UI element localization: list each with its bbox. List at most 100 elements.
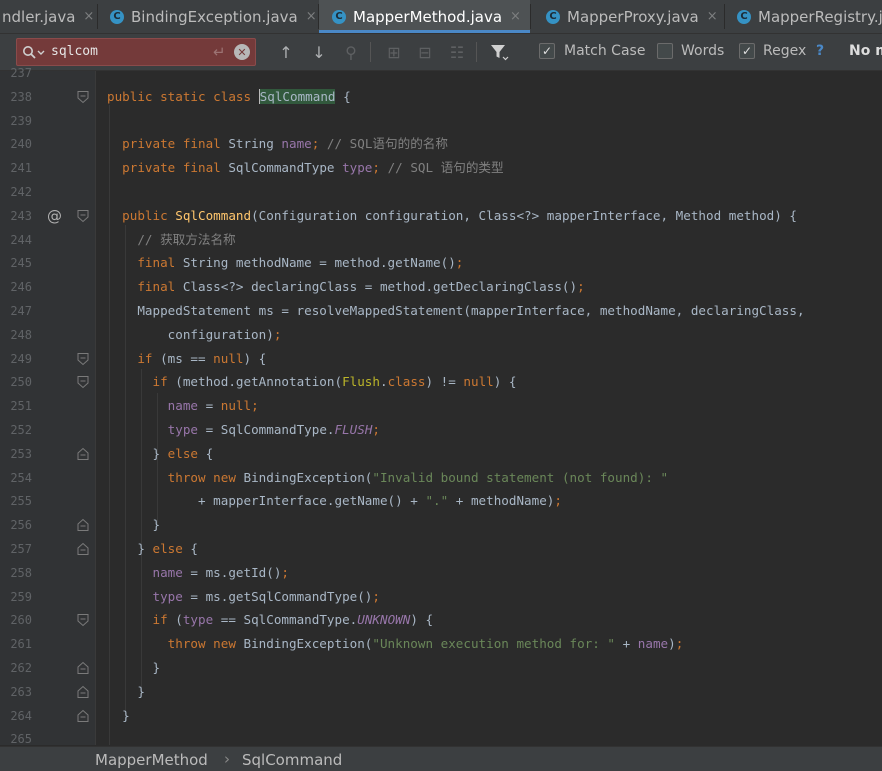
close-icon[interactable]: ×: [510, 9, 521, 24]
code-token: public static class: [107, 88, 259, 104]
code-token: class: [387, 374, 426, 390]
regex-help-link[interactable]: ?: [816, 43, 824, 59]
override-marker-icon[interactable]: @: [47, 204, 62, 228]
code-line[interactable]: + mapperInterface.getName() + "." + meth…: [107, 489, 562, 513]
code-line[interactable]: } else {: [107, 537, 198, 561]
search-input[interactable]: sqlcom ↵ ✕: [16, 38, 256, 66]
code-token: throw new: [107, 636, 244, 652]
match-case-checkbox[interactable]: ✓: [539, 43, 555, 59]
code-token: name: [637, 636, 669, 652]
editor-gutter[interactable]: 237 238 239 240 241 242 243 @244 245 246 247 248 249…: [0, 66, 95, 746]
code-line[interactable]: // 获取方法名称: [107, 228, 235, 252]
code-line[interactable]: } else {: [107, 442, 213, 466]
breadcrumb-item-inner-class[interactable]: SqlCommand: [242, 751, 342, 769]
fold-collapse-icon[interactable]: [76, 90, 90, 104]
fold-collapse-icon[interactable]: [76, 375, 90, 389]
code-line[interactable]: }: [107, 513, 160, 537]
code-line[interactable]: public SqlCommand(Configuration configur…: [107, 204, 797, 228]
next-occurrence-icon[interactable]: ↓: [308, 41, 330, 63]
tab-binding-exception[interactable]: C BindingException.java ×: [98, 0, 318, 33]
code-token: ;: [273, 326, 282, 342]
code-line[interactable]: }: [107, 656, 160, 680]
code-token: private final: [107, 160, 229, 176]
code-line[interactable]: if (method.getAnnotation(Flush.class) !=…: [107, 370, 516, 394]
search-match-highlight: SqlCommand: [258, 88, 336, 104]
code-line[interactable]: }: [107, 680, 145, 704]
fold-end-icon[interactable]: [76, 685, 90, 699]
code-token: type: [182, 612, 221, 628]
code-line[interactable]: throw new BindingException("Unknown exec…: [107, 632, 684, 656]
code-token: {: [205, 445, 214, 461]
select-all-occurrences-icon[interactable]: ☷: [446, 41, 468, 63]
code-token: name: [167, 398, 206, 414]
code-line[interactable]: }: [107, 704, 130, 728]
fold-end-icon[interactable]: [76, 661, 90, 675]
code-line[interactable]: name = null;: [107, 394, 259, 418]
code-line[interactable]: MappedStatement ms = resolveMappedStatem…: [107, 299, 804, 323]
code-line[interactable]: if (ms == null) {: [107, 347, 266, 371]
fold-end-icon[interactable]: [76, 518, 90, 532]
code-line[interactable]: final Class<?> declaringClass = method.g…: [107, 275, 584, 299]
tab-mapper-registry[interactable]: C MapperRegistry.j: [725, 0, 882, 33]
fold-collapse-icon[interactable]: [76, 352, 90, 366]
close-icon[interactable]: ×: [707, 9, 718, 24]
code-token: final: [107, 279, 183, 295]
fold-end-icon[interactable]: [76, 542, 90, 556]
close-icon[interactable]: ×: [83, 9, 94, 24]
code-token: else: [167, 445, 206, 461]
words-checkbox[interactable]: [657, 43, 673, 59]
line-number: 259: [10, 589, 32, 604]
code-line[interactable]: throw new BindingException("Invalid boun…: [107, 466, 668, 490]
code-token: name: [152, 564, 191, 580]
line-number: 245: [10, 256, 32, 271]
clear-search-icon[interactable]: ✕: [234, 44, 250, 60]
line-number: 241: [10, 161, 32, 176]
search-status: No m: [849, 43, 882, 59]
regex-label: Regex: [763, 43, 807, 59]
tab-mapper-proxy[interactable]: C MapperProxy.java ×: [531, 0, 724, 33]
class-icon: C: [546, 9, 560, 24]
code-token: final: [107, 255, 183, 271]
class-icon: C: [737, 9, 751, 24]
code-line[interactable]: configuration);: [107, 323, 282, 347]
breadcrumb-item-class[interactable]: MapperMethod: [95, 751, 208, 769]
code-token: =: [205, 398, 221, 414]
add-occurrence-icon[interactable]: ⊞: [383, 41, 405, 63]
code-token: ) {: [410, 612, 434, 628]
words-label: Words: [681, 43, 725, 59]
code-token: type: [342, 160, 373, 176]
filter-icon[interactable]: [488, 41, 510, 63]
code-line[interactable]: type = ms.getSqlCommandType();: [107, 585, 381, 609]
fold-collapse-icon[interactable]: [76, 613, 90, 627]
close-icon[interactable]: ×: [306, 9, 317, 24]
fold-end-icon[interactable]: [76, 709, 90, 723]
code-editor[interactable]: public static class SqlCommand { private…: [96, 71, 882, 745]
code-token: String methodName = method.getName(): [182, 255, 456, 271]
code-token: FLUSH: [334, 422, 373, 437]
previous-occurrence-icon[interactable]: ↑: [275, 41, 297, 63]
code-line[interactable]: type = SqlCommandType.FLUSH;: [107, 418, 380, 442]
line-number: 256: [10, 518, 32, 533]
code-token: else: [152, 541, 191, 556]
fold-collapse-icon[interactable]: [76, 209, 90, 223]
regex-checkbox[interactable]: ✓: [739, 43, 755, 59]
remove-occurrence-icon[interactable]: ⊟: [414, 41, 436, 63]
code-token: + mapperInterface.getName() +: [107, 493, 426, 509]
enter-icon: ↵: [213, 43, 226, 61]
code-line[interactable]: private final String name; // SQL语句的的名称: [107, 132, 448, 156]
code-line[interactable]: public static class SqlCommand {: [107, 85, 351, 109]
code-token: {: [335, 88, 351, 104]
find-in-path-icon[interactable]: ⚲: [340, 41, 362, 63]
line-number: 258: [10, 565, 32, 580]
fold-end-icon[interactable]: [76, 447, 90, 461]
code-line[interactable]: final String methodName = method.getName…: [107, 251, 463, 275]
class-icon: C: [110, 9, 124, 24]
code-line[interactable]: private final SqlCommandType type; // SQ…: [107, 156, 503, 180]
tab-ndler[interactable]: ndler.java ×: [0, 0, 96, 33]
tab-mapper-method[interactable]: C MapperMethod.java ×: [319, 0, 530, 33]
code-token: ) !=: [425, 374, 464, 390]
code-line[interactable]: if (type == SqlCommandType.UNKNOWN) {: [107, 608, 433, 632]
line-number: 238: [10, 89, 32, 104]
code-line[interactable]: name = ms.getId();: [107, 561, 290, 585]
tab-label: BindingException.java: [131, 7, 298, 26]
